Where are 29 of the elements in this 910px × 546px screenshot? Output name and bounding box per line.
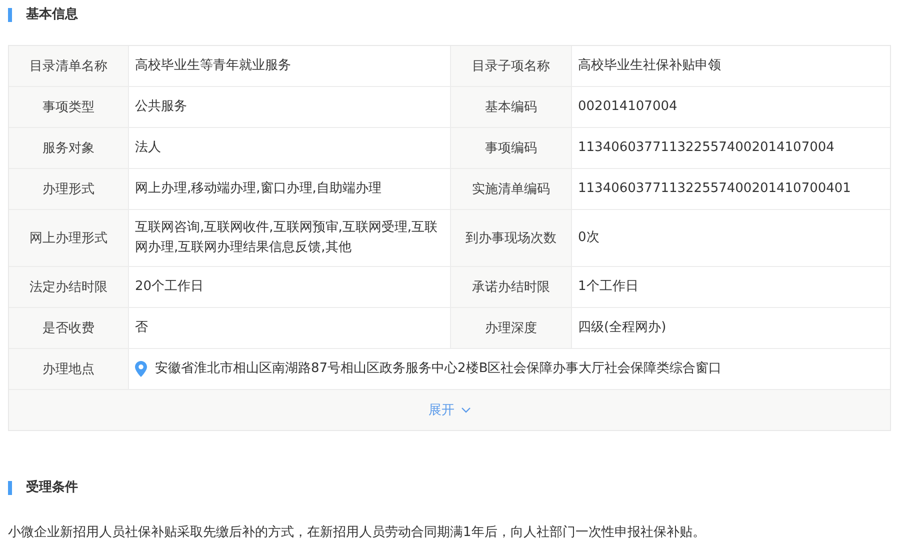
field-value: 高校毕业生社保补贴申领 [577, 57, 722, 75]
field-label: 法定办结时限 [9, 267, 129, 307]
chevron-down-icon [460, 407, 470, 413]
field-label: 目录清单名称 [9, 46, 129, 86]
field-value: 四级(全程网办) [577, 319, 668, 337]
section-title: 基本信息 [8, 8, 891, 22]
field-label: 到办事现场次数 [451, 210, 572, 266]
field-label: 网上办理形式 [9, 210, 129, 266]
field-value: 安徽省淮北市相山区南湖路87号相山区政务服务中心2楼B区社会保障办事大厅社会保障类综合窗口 [155, 360, 722, 378]
field-label: 基本编码 [451, 87, 572, 127]
paragraph: 小微企业新招用人员社保补贴采取先缴后补的方式，在新招用人员劳动合同期满1年后，向人社部门一次性申报社保补贴。 [8, 524, 706, 541]
field-label: 事项类型 [9, 87, 129, 127]
field-value: 0次 [577, 229, 600, 247]
field-value: 002014107004 [577, 98, 678, 116]
section-title: 受理条件 [8, 481, 891, 495]
field-label: 办理形式 [9, 169, 129, 209]
location-pin-icon [135, 361, 147, 377]
field-label: 服务对象 [9, 128, 129, 168]
field-value: 1个工作日 [577, 278, 640, 296]
field-label: 事项编码 [451, 128, 572, 168]
field-label: 承诺办结时限 [451, 267, 572, 307]
expand-button[interactable]: 展开 [9, 390, 890, 430]
field-label: 办理地点 [9, 349, 129, 389]
field-label: 办理深度 [451, 308, 572, 348]
field-value: 113406037711322557400201410700401 [577, 180, 852, 198]
field-label: 实施清单编码 [451, 169, 572, 209]
field-value: 1134060377113225574002014107004 [577, 139, 836, 157]
field-label: 是否收费 [9, 308, 129, 348]
field-label: 目录子项名称 [451, 46, 572, 86]
